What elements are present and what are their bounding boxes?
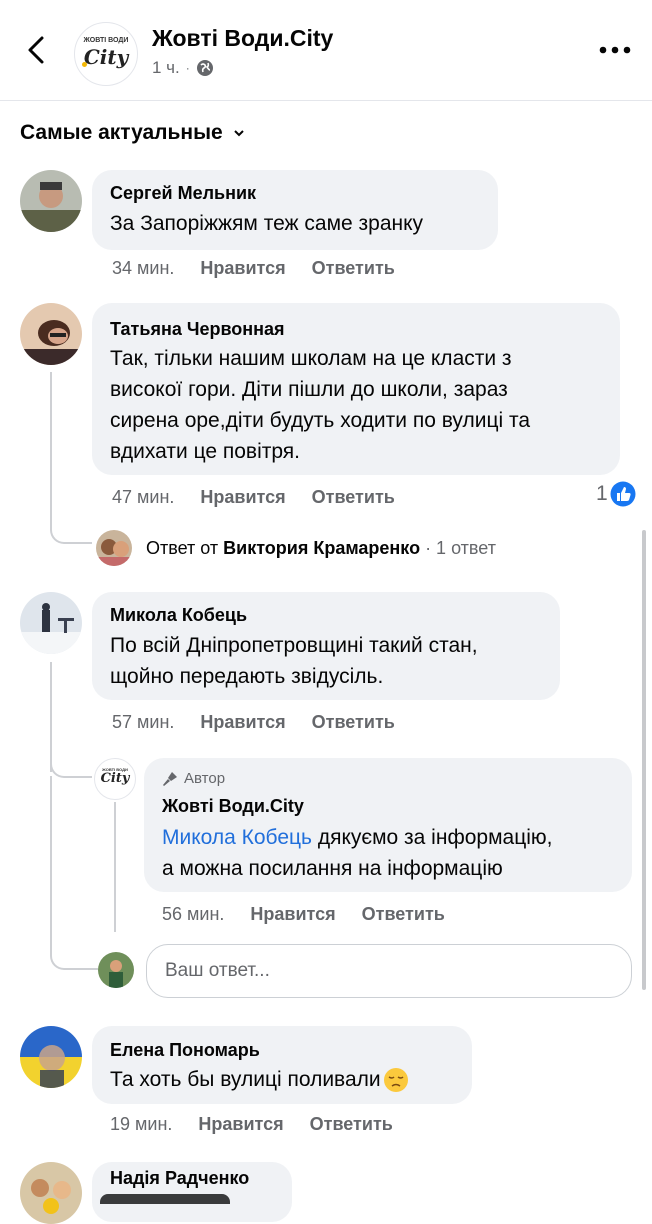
comment-bubble: Микола Кобець По всій Дніпропетровщині т… — [92, 592, 560, 700]
reply-button[interactable]: Ответить — [312, 487, 395, 508]
comment-bubble: Татьяна Червонная Так, тільки нашим школ… — [92, 303, 620, 475]
comment-bubble: Елена Пономарь Та хоть бы вулиці поливал… — [92, 1026, 472, 1104]
reply-text-rest: дякуємо за інформацію, — [311, 826, 553, 849]
reaction-count[interactable]: 1 — [596, 481, 636, 507]
comment-text: Та хоть бы вулиці поливали — [110, 1064, 409, 1095]
reply-button[interactable]: Ответить — [312, 258, 395, 279]
sort-dropdown[interactable]: Самые актуальные — [20, 121, 245, 145]
reply-author[interactable]: Жовті Води.City — [162, 796, 304, 817]
thread-branch — [50, 740, 92, 778]
like-button[interactable]: Нравится — [200, 487, 285, 508]
comment-bubble: Сергей Мельник За Запоріжжям теж саме зр… — [92, 170, 498, 250]
comment-author[interactable]: Надія Радченко — [110, 1168, 249, 1189]
author-badge-label: Автор — [184, 770, 226, 787]
scrollbar[interactable] — [642, 530, 646, 990]
page-name[interactable]: Жовті Води.City — [152, 25, 333, 52]
post-time: 1 ч. — [152, 58, 180, 77]
comment-line: Так, тільки нашим школам на це класти з — [110, 347, 512, 370]
replies-prefix: Ответ от — [146, 538, 219, 558]
reply-input-placeholder: Ваш ответ... — [165, 960, 270, 981]
current-user-avatar[interactable] — [98, 952, 134, 988]
like-button[interactable]: Нравится — [198, 1114, 283, 1135]
author-reply-bubble: Автор Жовті Води.City Микола Кобець дяку… — [144, 758, 632, 892]
logo-main-text: City — [100, 771, 130, 786]
author-badge: Автор — [162, 770, 225, 787]
avatar-mykola[interactable] — [20, 592, 82, 654]
reply-text: Микола Кобець дякуємо за інформацію, а м… — [162, 822, 552, 884]
comment-time[interactable]: 19 мин. — [110, 1114, 172, 1135]
comment-line: сирена оре,діти будуть ходити по вулиці … — [110, 409, 531, 432]
comment-author[interactable]: Елена Пономарь — [110, 1040, 260, 1061]
page-avatar[interactable]: ЖОВТІ ВОДИ City — [74, 22, 138, 86]
comment-text: По всій Дніпропетровщині такий стан, щой… — [110, 630, 478, 692]
avatar-elena[interactable] — [20, 1026, 82, 1088]
comment-text: За Запоріжжям теж саме зранку — [110, 212, 424, 235]
comment-line: щойно передають звідусіль. — [110, 665, 384, 688]
replies-author: Виктория Крамаренко — [223, 538, 421, 558]
comment-bubble: Надія Радченко — [92, 1162, 292, 1222]
comment-actions: 34 мин. Нравится Ответить — [112, 258, 395, 279]
reply-button[interactable]: Ответить — [310, 1114, 393, 1135]
globe-icon — [196, 60, 213, 76]
reply-time[interactable]: 56 мин. — [162, 904, 224, 925]
attachment-preview[interactable] — [100, 1194, 230, 1204]
comment-author[interactable]: Татьяна Червонная — [110, 319, 285, 340]
logo-dot — [82, 62, 87, 67]
like-reaction-icon — [610, 481, 636, 507]
comment-time[interactable]: 57 мин. — [112, 712, 174, 733]
reply-button[interactable]: Ответить — [362, 904, 445, 925]
author-avatar[interactable]: ЖОВТІ ВОДИ City — [94, 758, 136, 800]
like-button[interactable]: Нравится — [200, 712, 285, 733]
replies-count: · 1 ответ — [425, 538, 496, 558]
microphone-icon — [163, 771, 177, 786]
comment-time[interactable]: 34 мин. — [112, 258, 174, 279]
logo-top-text: ЖОВТІ ВОДИ — [83, 37, 129, 44]
back-arrow-icon[interactable] — [22, 30, 52, 70]
comment-text: Так, тільки нашим школам на це класти з … — [110, 343, 530, 467]
reply-line: а можна посилання на інформацію — [162, 857, 503, 880]
chevron-down-icon — [234, 130, 244, 137]
avatar-tatiana[interactable] — [20, 303, 82, 365]
avatar-sergey[interactable] — [20, 170, 82, 232]
avatar-nadia[interactable] — [20, 1162, 82, 1224]
sort-label: Самые актуальные — [20, 121, 223, 144]
thread-line — [114, 802, 116, 932]
comment-actions: 47 мин. Нравится Ответить — [112, 487, 395, 508]
view-replies-link[interactable]: Ответ от Виктория Крамаренко · 1 ответ — [146, 538, 496, 559]
comment-time[interactable]: 47 мин. — [112, 487, 174, 508]
reply-actions: 56 мин. Нравится Ответить — [162, 904, 445, 925]
avatar-viktoria[interactable] — [96, 530, 132, 566]
more-options-icon[interactable] — [598, 38, 632, 62]
comment-line: високої гори. Діти пішли до школи, зараз — [110, 378, 508, 401]
comment-line: вдихати це повітря. — [110, 440, 301, 463]
comment-author[interactable]: Микола Кобець — [110, 605, 247, 626]
post-meta: 1 ч. · — [152, 58, 214, 78]
comment-line: Та хоть бы вулиці поливали — [110, 1068, 381, 1091]
thread-line — [50, 372, 92, 544]
pensive-emoji-icon — [383, 1067, 408, 1092]
thread-branch — [50, 776, 98, 970]
comment-actions: 19 мин. Нравится Ответить — [110, 1114, 393, 1135]
like-button[interactable]: Нравится — [250, 904, 335, 925]
comment-line: По всій Дніпропетровщині такий стан, — [110, 634, 478, 657]
comment-author[interactable]: Сергей Мельник — [110, 183, 256, 204]
reply-input[interactable]: Ваш ответ... — [146, 944, 632, 998]
like-button[interactable]: Нравится — [200, 258, 285, 279]
reaction-number: 1 — [596, 482, 608, 505]
mention-link[interactable]: Микола Кобець — [162, 826, 312, 849]
reply-button[interactable]: Ответить — [312, 712, 395, 733]
comment-actions: 57 мин. Нравится Ответить — [112, 712, 395, 733]
